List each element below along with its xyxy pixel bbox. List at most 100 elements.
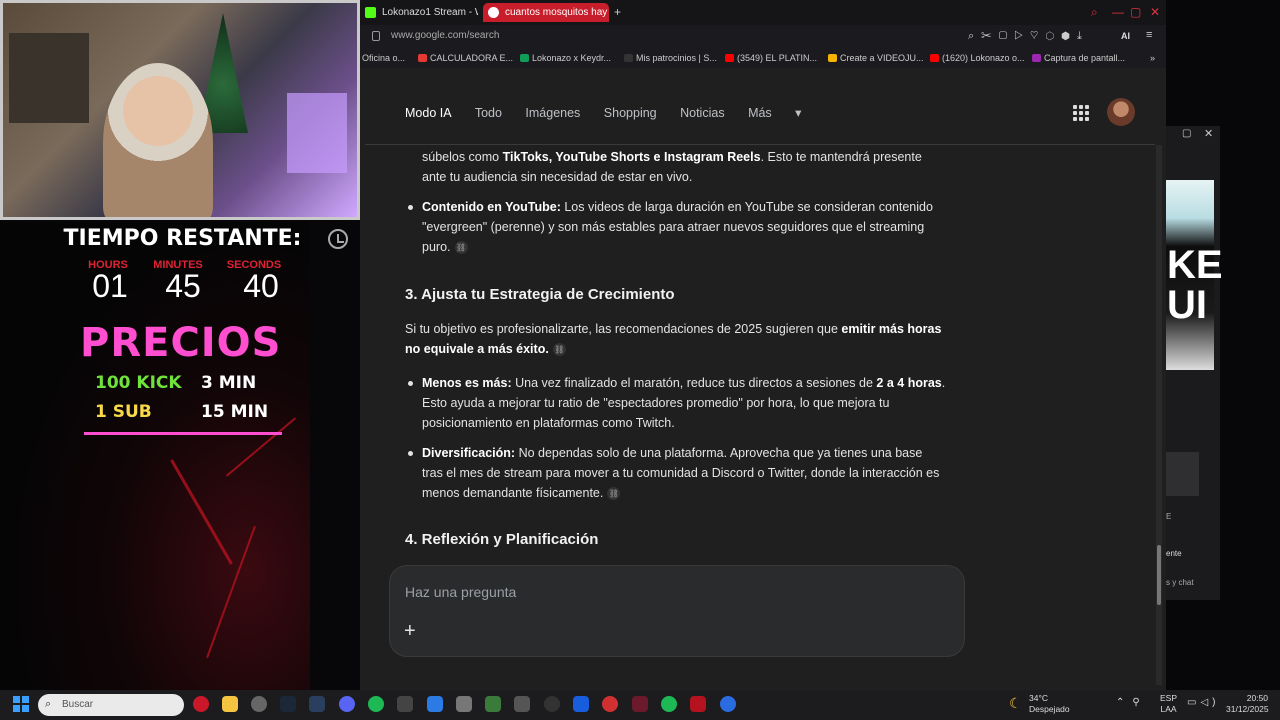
toolbar-icons[interactable]: ⌕✂▢▷♡⬡⬢⤓: [968, 30, 1089, 43]
side-item: E: [1166, 512, 1172, 521]
bookmark-item[interactable]: Create a VIDEOJU...: [828, 53, 924, 63]
avatar[interactable]: [1107, 98, 1135, 126]
price-kick-value: 3 MIN: [201, 373, 257, 393]
bullet-less-is-more: Menos es más: Una vez finalizado el mara…: [422, 376, 946, 430]
app-icon[interactable]: [514, 696, 530, 712]
window-close-icon[interactable]: ✕: [1204, 127, 1213, 140]
tab-bar: [360, 0, 1166, 25]
tray-icons[interactable]: ⌃⚲: [1116, 697, 1148, 708]
search-icon: ⌕: [45, 698, 52, 710]
bookmark-item[interactable]: (3549) EL PLATIN...: [725, 53, 817, 63]
link-icon[interactable]: ⛓: [607, 487, 621, 500]
app-icon[interactable]: [309, 696, 325, 712]
paragraph-shorts: súbelos como TikToks, YouTube Shorts e I…: [422, 150, 922, 184]
heading-strategy: 3. Ajusta tu Estrategia de Crecimiento: [405, 286, 675, 303]
tab-stream[interactable]: Lokonazo1 Stream - Watch: [360, 3, 478, 22]
link-icon[interactable]: ⛓: [552, 343, 566, 356]
bullet: [408, 381, 413, 386]
scrollbar-thumb[interactable]: [1157, 545, 1161, 605]
app-icon[interactable]: [632, 696, 648, 712]
url-field[interactable]: www.google.com/search: [391, 30, 499, 41]
ask-input[interactable]: Haz una pregunta: [405, 584, 516, 600]
moon-icon: ☾: [1009, 695, 1022, 711]
side-block: [1166, 452, 1199, 496]
folder-icon[interactable]: [222, 696, 238, 712]
side-item: ente: [1166, 549, 1182, 558]
app-icon[interactable]: [690, 696, 706, 712]
hours-value: 01: [92, 268, 128, 304]
tab-imagenes[interactable]: Imágenes: [525, 106, 580, 120]
nav-divider: [365, 144, 1155, 145]
new-tab-button[interactable]: +: [614, 5, 621, 19]
maximize-icon[interactable]: ▢: [1130, 5, 1141, 19]
side-thumbnail-text: KE UI: [1167, 243, 1223, 327]
minutes-value: 45: [165, 268, 201, 304]
kick-icon: [365, 7, 376, 18]
tab-label: cuantos mosquitos hay en: [505, 7, 609, 18]
app-icon[interactable]: [485, 696, 501, 712]
app-icon[interactable]: [544, 696, 560, 712]
network-volume-icons[interactable]: ▭◁): [1187, 697, 1219, 708]
timer-title: TIEMPO RESTANTE:: [63, 226, 302, 251]
bitwarden-icon[interactable]: [573, 696, 589, 712]
weather[interactable]: 34°C Despejado: [1029, 693, 1070, 715]
discord-icon[interactable]: [339, 696, 355, 712]
opera-icon[interactable]: [193, 696, 209, 712]
price-kick-label: 100 KICK: [95, 373, 182, 393]
app-icon[interactable]: [602, 696, 618, 712]
lock-icon: [372, 31, 380, 41]
tab-shopping[interactable]: Shopping: [604, 106, 657, 120]
bullet-youtube: Contenido en YouTube: Los videos de larg…: [422, 200, 933, 254]
windows-start-icon[interactable]: [13, 696, 29, 712]
window-maximize-icon[interactable]: ▢: [1182, 128, 1191, 139]
ai-button[interactable]: AI: [1121, 31, 1130, 41]
app-icon[interactable]: [720, 696, 736, 712]
link-icon[interactable]: ⛓: [454, 241, 468, 254]
close-icon[interactable]: ✕: [1150, 5, 1160, 19]
prices-underline: [84, 432, 282, 435]
ask-box[interactable]: [389, 565, 965, 657]
language[interactable]: ESP LAA: [1160, 693, 1177, 715]
side-item: s y chat: [1166, 578, 1194, 587]
bookmark-item[interactable]: (1620) Lokonazo o...: [930, 53, 1025, 63]
spotify-icon[interactable]: [661, 696, 677, 712]
tab-modo-ia[interactable]: Modo IA: [405, 106, 452, 120]
tab-todo[interactable]: Todo: [475, 106, 502, 120]
steam-icon[interactable]: [280, 696, 296, 712]
menu-icon[interactable]: ≡: [1146, 29, 1152, 41]
tab-mas[interactable]: Más ▾: [748, 106, 801, 120]
seconds-value: 40: [243, 268, 279, 304]
tab-noticias[interactable]: Noticias: [680, 106, 724, 120]
screen: TIEMPO RESTANTE: HOURS MINUTES SECONDS 0…: [0, 0, 1280, 720]
prices-title: PRECIOS: [80, 320, 282, 366]
search-tabs-icon[interactable]: ⌕: [1091, 5, 1098, 20]
spotify-icon[interactable]: [368, 696, 384, 712]
apps-icon[interactable]: [1073, 105, 1089, 121]
bullet: [408, 451, 413, 456]
taskbar-search[interactable]: Buscar: [38, 694, 184, 716]
app-icon[interactable]: [397, 696, 413, 712]
heading-reflection: 4. Reflexión y Planificación: [405, 531, 599, 548]
app-icon[interactable]: [456, 696, 472, 712]
price-sub-label: 1 SUB: [95, 402, 152, 422]
bullet-diversification: Diversificación: No dependas solo de una…: [422, 446, 940, 500]
bookmark-item[interactable]: CALCULADORA E...: [418, 53, 513, 63]
google-icon: [488, 7, 499, 18]
app-icon[interactable]: [251, 696, 267, 712]
bookmark-item[interactable]: Captura de pantall...: [1032, 53, 1125, 63]
price-sub-value: 15 MIN: [201, 402, 269, 422]
history-icon[interactable]: [328, 229, 348, 249]
add-button[interactable]: +: [404, 620, 416, 643]
webcam-feed: [0, 0, 360, 220]
search-nav: Modo IA Todo Imágenes Shopping Noticias …: [405, 105, 821, 120]
clock[interactable]: 20:50 31/12/2025: [1226, 693, 1269, 715]
paragraph-professional: Si tu objetivo es profesionalizarte, las…: [405, 322, 942, 356]
bookmark-item[interactable]: Lokonazo x Keydr...: [520, 53, 611, 63]
notepad-icon[interactable]: [427, 696, 443, 712]
bookmarks-more-icon[interactable]: »: [1150, 53, 1155, 63]
tab-search[interactable]: cuantos mosquitos hay en: [483, 3, 609, 22]
bookmark-item[interactable]: Mis patrocinios | S...: [624, 53, 717, 63]
bookmark-item[interactable]: Oficina o...: [362, 53, 405, 63]
minimize-icon[interactable]: —: [1112, 5, 1124, 19]
tab-label: Lokonazo1 Stream - Watch: [382, 7, 478, 18]
